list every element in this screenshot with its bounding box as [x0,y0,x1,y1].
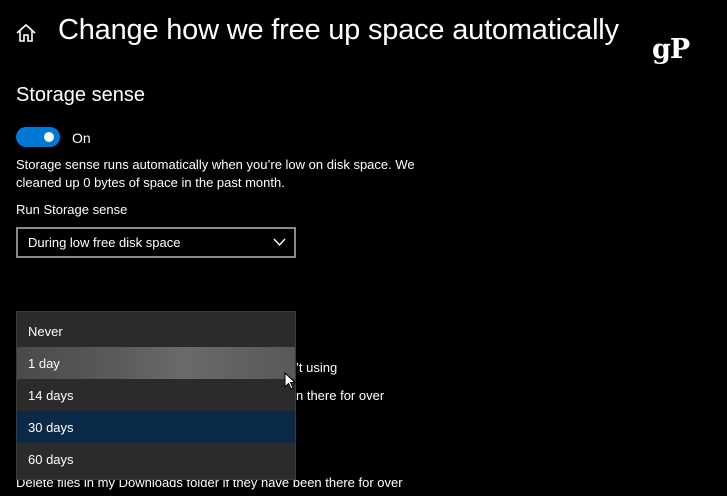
toggle-knob [44,132,54,142]
section-title-storage-sense: Storage sense [16,84,145,106]
gp-logo: gP [652,34,690,65]
storage-sense-toggle[interactable] [16,127,60,147]
chevron-down-icon [273,238,286,247]
dropdown-option-1-day[interactable]: 1 day [17,347,295,379]
dropdown-option-30-days[interactable]: 30 days [17,411,295,443]
background-text-line1: ’t using [296,360,338,375]
page-title: Change how we free up space automaticall… [58,14,619,46]
home-icon[interactable] [15,22,37,44]
run-storage-sense-select[interactable]: During low free disk space [16,227,296,258]
duration-dropdown-menu: Never 1 day 14 days 30 days 60 days [16,311,296,480]
background-text-line2: n there for over [296,388,385,403]
storage-sense-description: Storage sense runs automatically when yo… [16,157,415,190]
run-storage-sense-label: Run Storage sense [16,202,128,217]
dropdown-option-60-days[interactable]: 60 days [17,443,295,475]
toggle-state-label: On [72,130,91,146]
dropdown-option-14-days[interactable]: 14 days [17,379,295,411]
dropdown-option-never[interactable]: Never [17,315,295,347]
mouse-pointer-icon [284,372,296,390]
run-storage-sense-value: During low free disk space [28,235,181,250]
